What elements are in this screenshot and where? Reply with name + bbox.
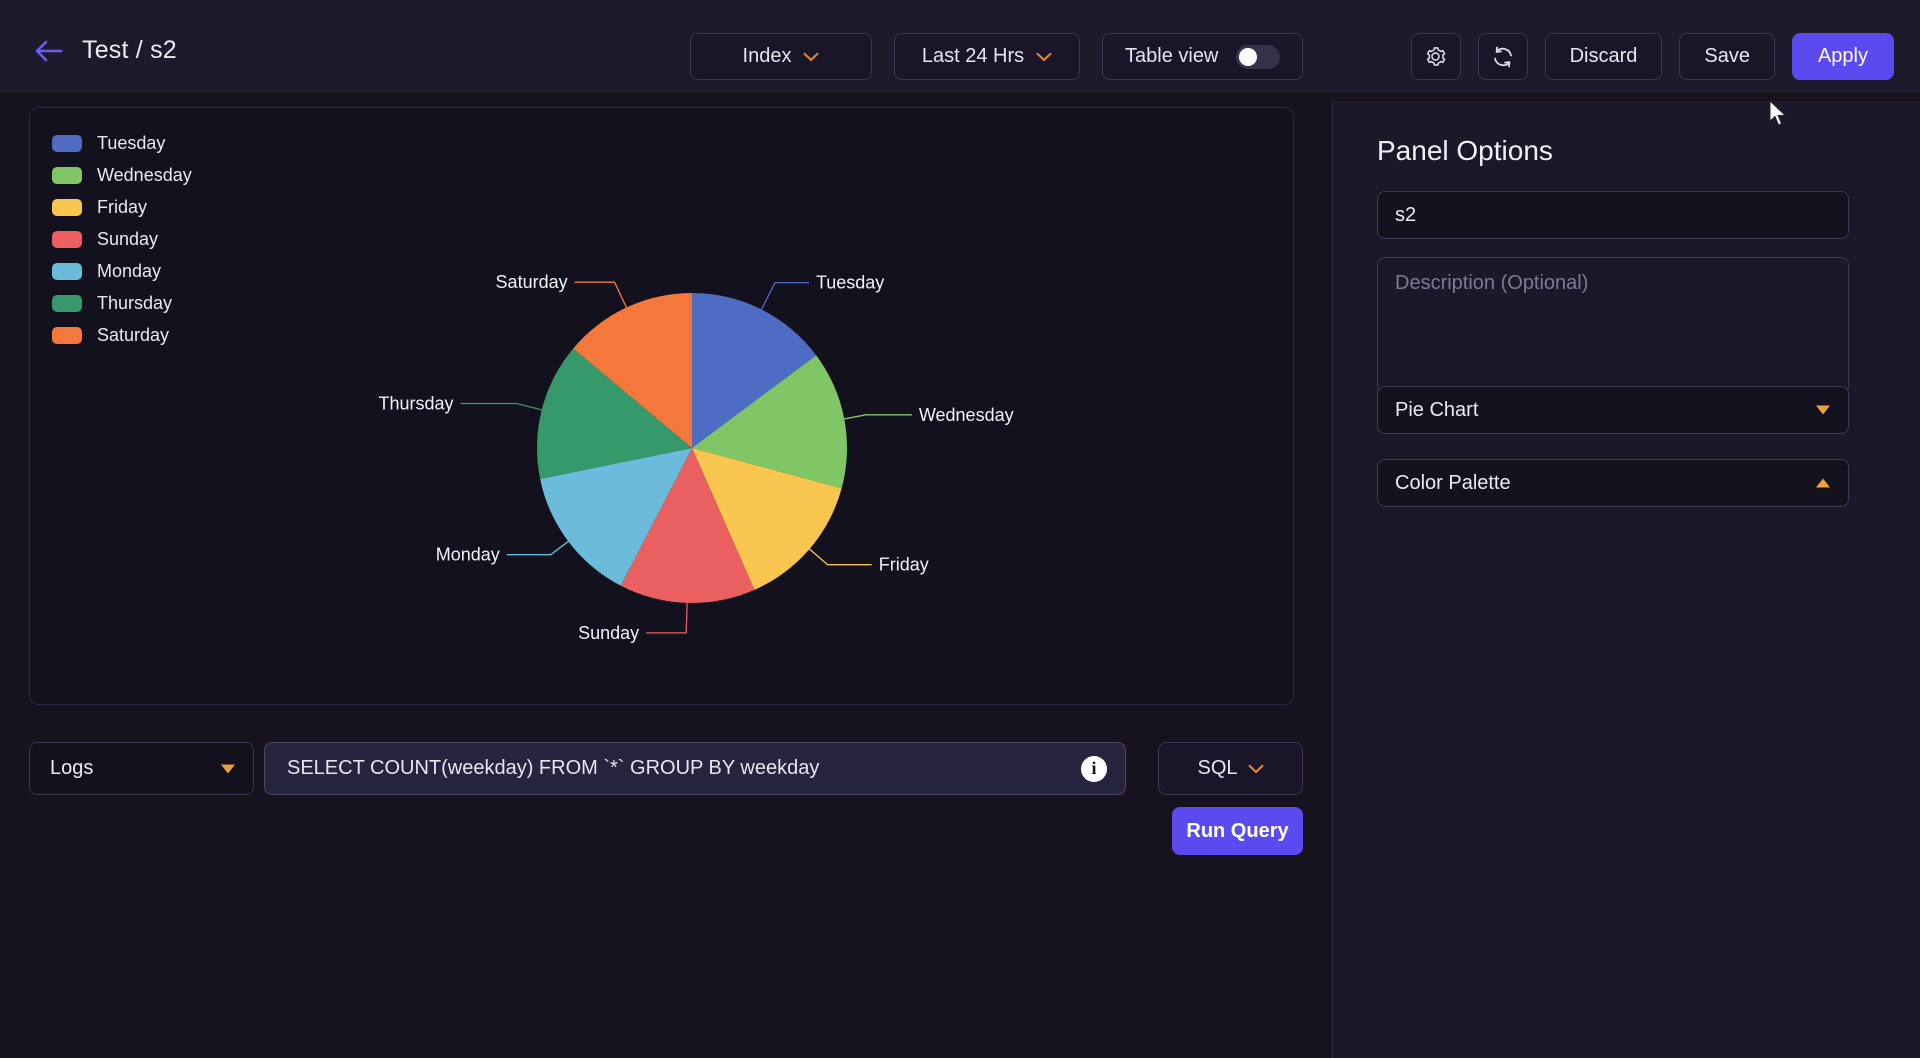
pie-chart[interactable]: Tuesday Wednesday Friday Sunday Monday Thursd… [30,108,1295,706]
panel-description-input[interactable]: Description (Optional) [1377,257,1849,394]
query-actions: SQL Run Query [1158,742,1303,855]
table-view-toggle-group[interactable]: Table view [1102,33,1303,80]
sql-query-input[interactable]: SELECT COUNT(weekday) FROM `*` GROUP BY … [264,742,1126,795]
panel-editor-page: Test / s2 Index Last 24 Hrs Table view [0,0,1920,1058]
gear-icon [1423,44,1448,69]
pie-slice-label: Wednesday [919,405,1014,425]
save-button[interactable]: Save [1679,33,1775,80]
header-left-group: Test / s2 [34,36,177,65]
sql-query-text: SELECT COUNT(weekday) FROM `*` GROUP BY … [287,757,819,780]
caret-down-icon [1816,406,1830,415]
pie-label-leader-line [842,415,912,420]
switch-knob [1239,48,1257,66]
log-source-label: Logs [50,757,93,780]
discard-button[interactable]: Discard [1545,33,1663,80]
time-range-dropdown[interactable]: Last 24 Hrs [894,33,1080,80]
table-view-switch[interactable] [1236,45,1280,69]
pie-slice-label: Friday [879,555,929,575]
query-mode-dropdown[interactable]: SQL [1158,742,1303,795]
refresh-icon [1490,44,1516,70]
pie-label-leader-line [761,283,809,312]
pie-label-leader-line [646,601,687,633]
query-bar: Logs SELECT COUNT(weekday) FROM `*` GROU… [29,742,1303,855]
caret-down-icon [221,764,235,773]
chevron-down-icon [1248,764,1264,774]
time-range-label: Last 24 Hrs [922,45,1024,68]
chevron-down-icon [803,52,819,62]
chart-type-value: Pie Chart [1395,399,1478,422]
log-source-dropdown[interactable]: Logs [29,742,254,795]
sidebar-title: Panel Options [1377,135,1553,167]
run-query-button[interactable]: Run Query [1172,807,1303,855]
back-arrow-icon[interactable] [34,38,64,64]
pie-slice-label: Tuesday [816,273,884,293]
chevron-down-icon [1036,52,1052,62]
index-dropdown[interactable]: Index [690,33,872,80]
panel-name-value: s2 [1395,204,1416,227]
pie-label-leader-line [461,404,544,411]
pie-label-leader-line [507,540,570,555]
header-center-group: Index Last 24 Hrs Table view [690,33,1303,80]
pie-slice-label: Monday [436,545,500,565]
pie-label-leader-line [808,548,872,565]
pie-slice-label: Sunday [578,623,639,643]
color-palette-select[interactable]: Color Palette [1377,459,1849,507]
pie-slice-label: Thursday [378,394,453,414]
settings-button[interactable] [1411,33,1461,80]
apply-button[interactable]: Apply [1792,33,1894,80]
panel-options-sidebar: Panel Options s2 Description (Optional) … [1332,101,1920,1058]
refresh-button[interactable] [1478,33,1528,80]
chart-panel: Tuesday Wednesday Friday Sunday Monday Thursd… [29,107,1294,705]
pie-chart-svg: Tuesday Wednesday Friday Sunday Monday Thursd… [30,108,1295,706]
chart-type-select[interactable]: Pie Chart [1377,386,1849,434]
query-mode-label: SQL [1197,757,1237,780]
color-palette-value: Color Palette [1395,472,1511,495]
panel-description-placeholder: Description (Optional) [1395,272,1588,294]
caret-up-icon [1816,479,1830,488]
index-dropdown-label: Index [743,45,792,68]
breadcrumb: Test / s2 [82,36,177,65]
header-right-group: Discard Save Apply [1411,33,1894,80]
app-header: Test / s2 Index Last 24 Hrs Table view [0,0,1920,92]
panel-name-input[interactable]: s2 [1377,191,1849,239]
pie-label-leader-line [575,282,628,309]
table-view-label: Table view [1125,45,1218,68]
pie-slice-label: Saturday [496,272,568,292]
info-icon[interactable]: i [1081,756,1107,782]
